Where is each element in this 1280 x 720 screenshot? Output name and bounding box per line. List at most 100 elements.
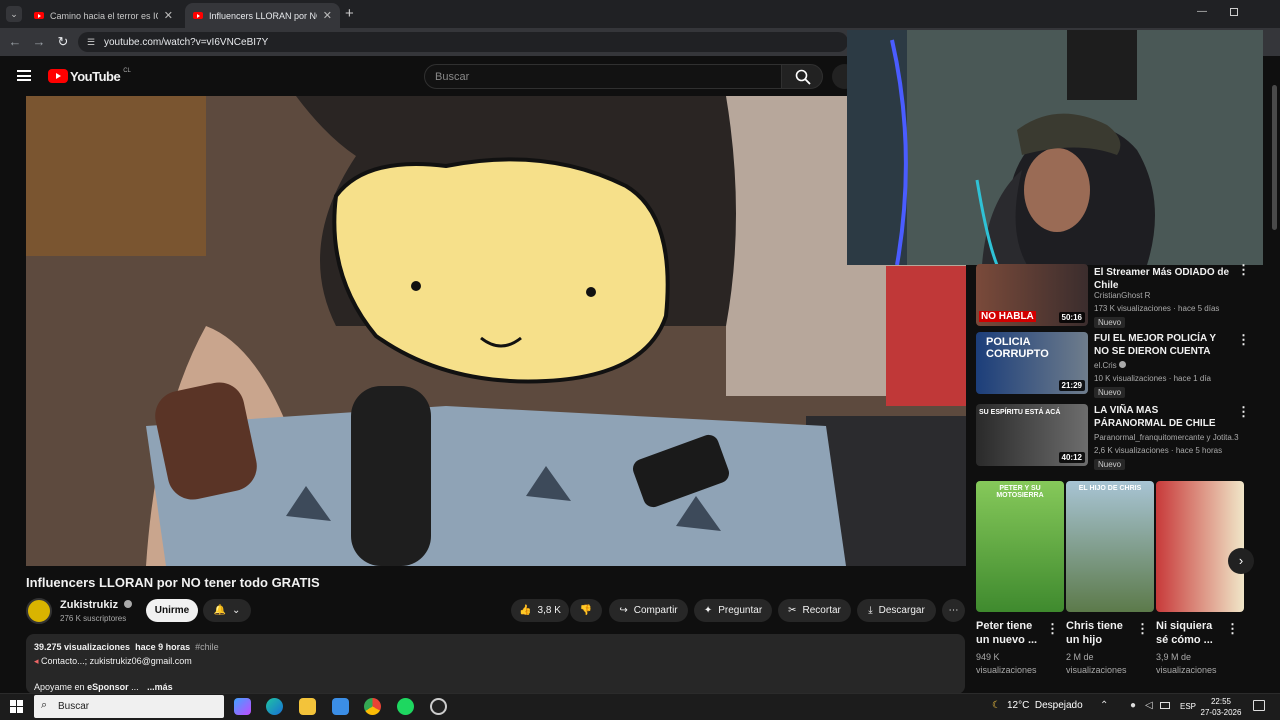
shorts-next-button[interactable]: ›	[1228, 548, 1254, 574]
channel-name[interactable]: Zukistrukiz	[60, 599, 133, 611]
video-title[interactable]: FUI EL MEJOR POLICÍA Y NO SE DIERON CUEN…	[1094, 332, 1232, 358]
short-item[interactable]: EL HIJO DE CHRIS Chris tiene un hijo 2 M…	[1066, 481, 1154, 681]
more-options-icon[interactable]: ⋮	[1046, 621, 1059, 637]
weather-widget[interactable]: ☾ 12°C Despejado	[992, 700, 1083, 711]
video-frame-illustration	[26, 96, 966, 566]
clip-button[interactable]: ✂ Recortar	[778, 599, 851, 622]
support-prefix: Apoyame en	[34, 682, 85, 692]
recommendation-item[interactable]: POLICIA CORRUPTO 21:29 FUI EL MEJOR POLI…	[976, 330, 1250, 400]
windows-start-icon[interactable]	[10, 700, 23, 713]
close-tab-icon[interactable]: ✕	[323, 9, 332, 22]
search-icon	[795, 69, 811, 85]
video-title[interactable]: LA VIÑA MAS PÁRANORMAL DE CHILE SENTIMOS…	[1094, 404, 1232, 430]
download-button[interactable]: ⤓ Descargar	[857, 599, 936, 622]
scrollbar[interactable]	[1272, 85, 1277, 230]
url-text: youtube.com/watch?v=vI6VNCeBI7Y	[104, 36, 269, 48]
channel-name[interactable]: el.Cris	[1094, 359, 1126, 372]
description-box[interactable]: 39.275 visualizaciones hace 9 horas #chi…	[26, 634, 965, 694]
short-thumbnail[interactable]: EL HIJO DE CHRIS	[1066, 481, 1154, 612]
clock[interactable]: 22:55 27-03-2026	[1200, 696, 1242, 718]
tray-chevron-icon[interactable]: ⌃	[1100, 700, 1108, 711]
recommendation-item[interactable]: SU ESPÍRITU ESTÁ ACÁ 40:12 LA VIÑA MAS P…	[976, 402, 1250, 474]
show-more-link[interactable]: ...más	[147, 682, 173, 692]
sponsor-link[interactable]: eSponsor	[87, 682, 129, 692]
moon-icon: ☾	[992, 700, 1001, 711]
upload-age: hace 9 horas	[135, 642, 191, 652]
new-tab-icon[interactable]: +	[345, 5, 354, 22]
youtube-logo[interactable]: YouTube CL	[48, 68, 131, 84]
restore-window-icon[interactable]	[1230, 8, 1238, 16]
tab-list-icon[interactable]: ⌄	[6, 6, 22, 22]
short-title-line: un hijo	[1066, 634, 1103, 646]
edge-icon[interactable]	[266, 698, 283, 715]
more-options-icon[interactable]: ⋮	[1136, 621, 1149, 637]
microphone-icon[interactable]: ●	[1130, 700, 1136, 711]
more-options-icon[interactable]: ⋮	[1237, 262, 1250, 278]
channel-name[interactable]: Paranormal_franquitomercante y Jotita.3	[1094, 431, 1239, 444]
short-title[interactable]: Chris tiene un hijo	[1066, 619, 1123, 647]
channel-name[interactable]: CristianGhost R	[1094, 289, 1150, 302]
share-button[interactable]: ↪ Compartir	[609, 599, 688, 622]
forward-icon[interactable]: →	[30, 33, 48, 51]
notification-icon[interactable]	[1253, 700, 1265, 711]
megaphone-icon: ◂	[34, 656, 39, 666]
taskbar-search-box[interactable]: ⌕ Buscar	[34, 695, 224, 718]
store-icon[interactable]	[332, 698, 349, 715]
address-bar[interactable]: ☰ youtube.com/watch?v=vI6VNCeBI7Y	[78, 32, 848, 52]
browser-tab-active[interactable]: Influencers LLORAN por NO ten ✕	[185, 3, 340, 28]
youtube-logo-text: YouTube	[70, 68, 121, 84]
hashtag-link[interactable]: #chile	[195, 642, 219, 652]
short-title[interactable]: Ni siquiera sé cómo ...	[1156, 619, 1213, 647]
channel-name-text: el.Cris	[1094, 361, 1117, 370]
like-button[interactable]: 👍 3,8 K	[511, 599, 569, 622]
short-item[interactable]: PETER Y SU MOTOSIERRA Peter tiene un nue…	[976, 481, 1064, 681]
sparkle-icon: ✦	[703, 605, 713, 616]
join-button[interactable]: Unirme	[146, 599, 198, 622]
more-options-icon[interactable]: ⋮	[1226, 621, 1239, 637]
short-views-line: 3,9 M de	[1156, 652, 1192, 662]
bell-icon: 🔔	[213, 605, 227, 616]
volume-icon[interactable]: ◁	[1145, 700, 1153, 711]
more-actions-button[interactable]: ⋯	[942, 599, 965, 622]
channel-avatar[interactable]	[26, 598, 52, 624]
short-thumbnail[interactable]: PETER Y SU MOTOSIERRA	[976, 481, 1064, 612]
site-info-icon[interactable]: ☰	[87, 37, 95, 48]
network-icon[interactable]	[1160, 702, 1170, 709]
chrome-icon[interactable]	[364, 698, 381, 715]
more-options-icon[interactable]: ⋮	[1237, 332, 1250, 348]
recommendation-item[interactable]: NO HABLA 50:16 El Streamer Más ODIADO de…	[976, 262, 1250, 328]
video-player[interactable]	[26, 96, 966, 566]
copilot-icon[interactable]	[234, 698, 251, 715]
short-item[interactable]: Ni siquiera sé cómo ... 3,9 M de visuali…	[1156, 481, 1244, 681]
file-explorer-icon[interactable]	[299, 698, 316, 715]
input-language[interactable]: ESP	[1180, 702, 1196, 711]
hamburger-menu-icon[interactable]	[17, 70, 31, 81]
spotify-icon[interactable]	[397, 698, 414, 715]
obs-icon[interactable]	[430, 698, 447, 715]
back-icon[interactable]: ←	[6, 33, 24, 51]
reload-icon[interactable]: ↻	[54, 33, 72, 51]
video-thumbnail[interactable]: POLICIA CORRUPTO 21:29	[976, 332, 1088, 394]
like-count: 3,8 K	[537, 605, 561, 616]
share-icon: ↪	[619, 605, 628, 616]
browser-tab[interactable]: Camino hacia el terror es ICÓNI ✕	[26, 3, 181, 28]
join-label: Unirme	[154, 605, 190, 616]
search-button[interactable]	[781, 64, 823, 89]
short-thumbnail[interactable]	[1156, 481, 1244, 612]
short-views-line: visualizaciones	[1156, 665, 1217, 675]
short-title[interactable]: Peter tiene un nuevo ...	[976, 619, 1037, 647]
thumbnail-text: PETER Y SU MOTOSIERRA	[996, 485, 1044, 499]
close-tab-icon[interactable]: ✕	[164, 9, 173, 22]
thumbs-down-icon: 👎	[579, 605, 593, 616]
video-thumbnail[interactable]: NO HABLA 50:16	[976, 264, 1088, 326]
youtube-favicon-icon	[193, 12, 203, 19]
notifications-button[interactable]: 🔔 ⌄	[203, 599, 251, 622]
minimize-window-icon[interactable]: —	[1197, 6, 1207, 17]
video-thumbnail[interactable]: SU ESPÍRITU ESTÁ ACÁ 40:12	[976, 404, 1088, 466]
dislike-button[interactable]: 👎	[570, 599, 602, 622]
search-input[interactable]: Buscar	[424, 64, 782, 89]
ask-button[interactable]: ✦ Preguntar	[694, 599, 772, 622]
more-options-icon[interactable]: ⋮	[1237, 404, 1250, 420]
webcam-feed-illustration	[847, 30, 1263, 265]
video-duration: 21:29	[1058, 380, 1085, 391]
